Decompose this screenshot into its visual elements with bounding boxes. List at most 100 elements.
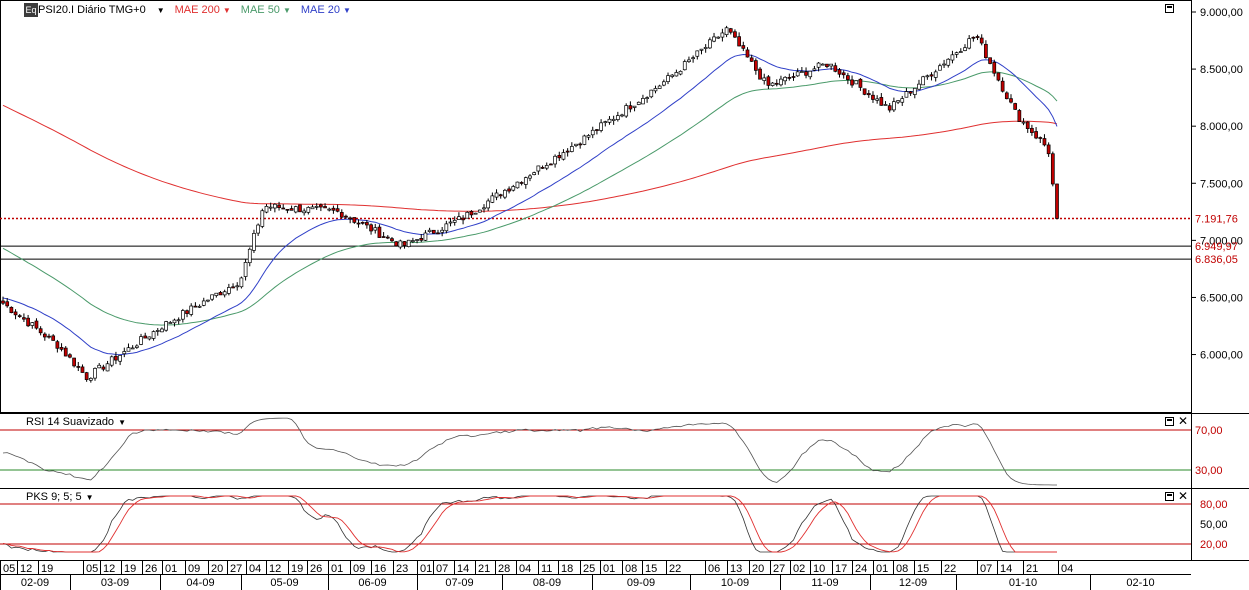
rsi-close-icon[interactable]: ✕ <box>1178 415 1188 427</box>
candle-body <box>820 63 825 66</box>
candle-body <box>247 248 252 264</box>
candle-body <box>532 172 537 175</box>
price-tick-label: 7.500,00 <box>1200 178 1243 190</box>
time-day-label: 20 <box>752 563 764 575</box>
time-day-label: 05 <box>3 563 15 575</box>
rsi-panel-minimize-button[interactable] <box>1165 417 1174 426</box>
candle-body <box>218 292 223 296</box>
time-day-label: 04 <box>519 563 531 575</box>
price-tick-label: 9.000,00 <box>1200 7 1243 19</box>
candle-body <box>628 105 633 110</box>
candle-body <box>745 49 750 58</box>
dropdown-arrow-icon: ▼ <box>222 5 231 15</box>
candle-body <box>791 76 796 78</box>
mae50-toggle[interactable]: MAE 50 ▼ <box>241 4 291 16</box>
candle-body <box>42 333 47 338</box>
candle-body <box>264 206 269 213</box>
time-month-label: 05-09 <box>270 577 298 589</box>
pks-title[interactable]: PKS 9; 5; 5 ▼ <box>26 491 94 503</box>
candle-body <box>967 38 972 49</box>
candle-body <box>1046 144 1051 155</box>
candle-body <box>76 366 81 368</box>
candle-body <box>649 89 654 98</box>
candle-body <box>268 206 273 209</box>
candle-body <box>201 300 206 306</box>
candle-body <box>682 61 687 71</box>
candle-body <box>678 70 683 75</box>
candle-body <box>323 206 327 209</box>
candle-body <box>699 48 704 51</box>
candle-body <box>55 341 60 349</box>
price-marker-label: 6.949,97 <box>1195 241 1238 253</box>
candle-body <box>611 118 616 121</box>
candle-body <box>377 226 382 238</box>
candle-body <box>1021 121 1026 124</box>
time-day-label: 10 <box>813 563 825 575</box>
mae200-toggle[interactable]: MAE 200 ▼ <box>175 4 231 16</box>
rsi-title[interactable]: RSI 14 Suavizado ▼ <box>26 416 126 428</box>
candle-body <box>38 328 43 334</box>
candle-body <box>440 229 445 233</box>
candle-body <box>68 354 72 358</box>
mae20-toggle[interactable]: MAE 20 ▼ <box>301 4 351 16</box>
candle-body <box>707 39 712 49</box>
candle-body <box>406 239 411 247</box>
price-tick-label: 8.000,00 <box>1200 121 1243 133</box>
time-day-label: 22 <box>944 563 956 575</box>
candle-body <box>339 212 344 218</box>
price-markers: 7.191,76 6.949,976.836,05 <box>0 213 1238 266</box>
dropdown-arrow-icon: ▼ <box>343 5 351 15</box>
candle-body <box>327 208 332 211</box>
candle-body <box>553 155 557 165</box>
candle-body <box>653 88 658 92</box>
candle-body <box>716 36 721 39</box>
candle-body <box>486 200 491 209</box>
time-day-label: 01 <box>876 563 888 575</box>
candle-body <box>398 240 403 248</box>
candle-body <box>469 211 474 216</box>
time-day-label: 01 <box>331 563 343 575</box>
candle-body <box>431 229 436 234</box>
time-day-label: 14 <box>1000 563 1012 575</box>
candle-body <box>180 310 185 320</box>
candle-body <box>979 37 984 44</box>
candle-body <box>958 51 963 53</box>
price-marker-label: 7.191,76 <box>1195 213 1238 225</box>
pks-close-icon[interactable]: ✕ <box>1178 490 1188 502</box>
time-day-label: 02 <box>793 563 805 575</box>
candlesticks <box>1 25 1059 383</box>
candle-body <box>385 236 390 239</box>
pks-panel-minimize-button[interactable] <box>1165 492 1174 501</box>
candle-body <box>988 57 992 64</box>
symbol-selector[interactable]: PSI20.I Diário TMG+0 ▼ <box>38 4 165 16</box>
price-axis: 9.000,008.500,008.000,007.500,007.000,00… <box>1191 7 1243 362</box>
time-day-label: 06 <box>708 563 720 575</box>
candle-body <box>302 210 306 214</box>
time-month-label: 12-09 <box>899 577 927 589</box>
candle-body <box>549 163 553 166</box>
candle-body <box>950 54 955 61</box>
chart-canvas[interactable]: 9.000,008.500,008.000,007.500,007.000,00… <box>0 0 1249 590</box>
candle-body <box>866 93 871 96</box>
candle-body <box>523 177 528 185</box>
pks-tick-label: 50,00 <box>1200 519 1228 531</box>
candle-body <box>837 69 842 75</box>
candle-body <box>728 28 733 33</box>
candle-body <box>883 104 888 106</box>
candle-body <box>293 206 298 213</box>
candle-body <box>632 105 637 108</box>
candle-body <box>1025 121 1030 129</box>
candle-body <box>645 97 649 99</box>
candle-body <box>703 47 708 49</box>
candle-body <box>862 88 867 95</box>
price-panel-minimize-button[interactable] <box>1165 4 1174 13</box>
candle-body <box>369 224 373 232</box>
candle-body <box>825 63 829 67</box>
rsi-panel: 70,00 30,00 <box>0 417 1223 486</box>
candle-body <box>114 355 118 361</box>
candle-body <box>243 262 248 277</box>
time-day-label: 17 <box>835 563 847 575</box>
candle-body <box>503 189 507 198</box>
candle-body <box>310 206 315 210</box>
candle-body <box>528 175 532 179</box>
